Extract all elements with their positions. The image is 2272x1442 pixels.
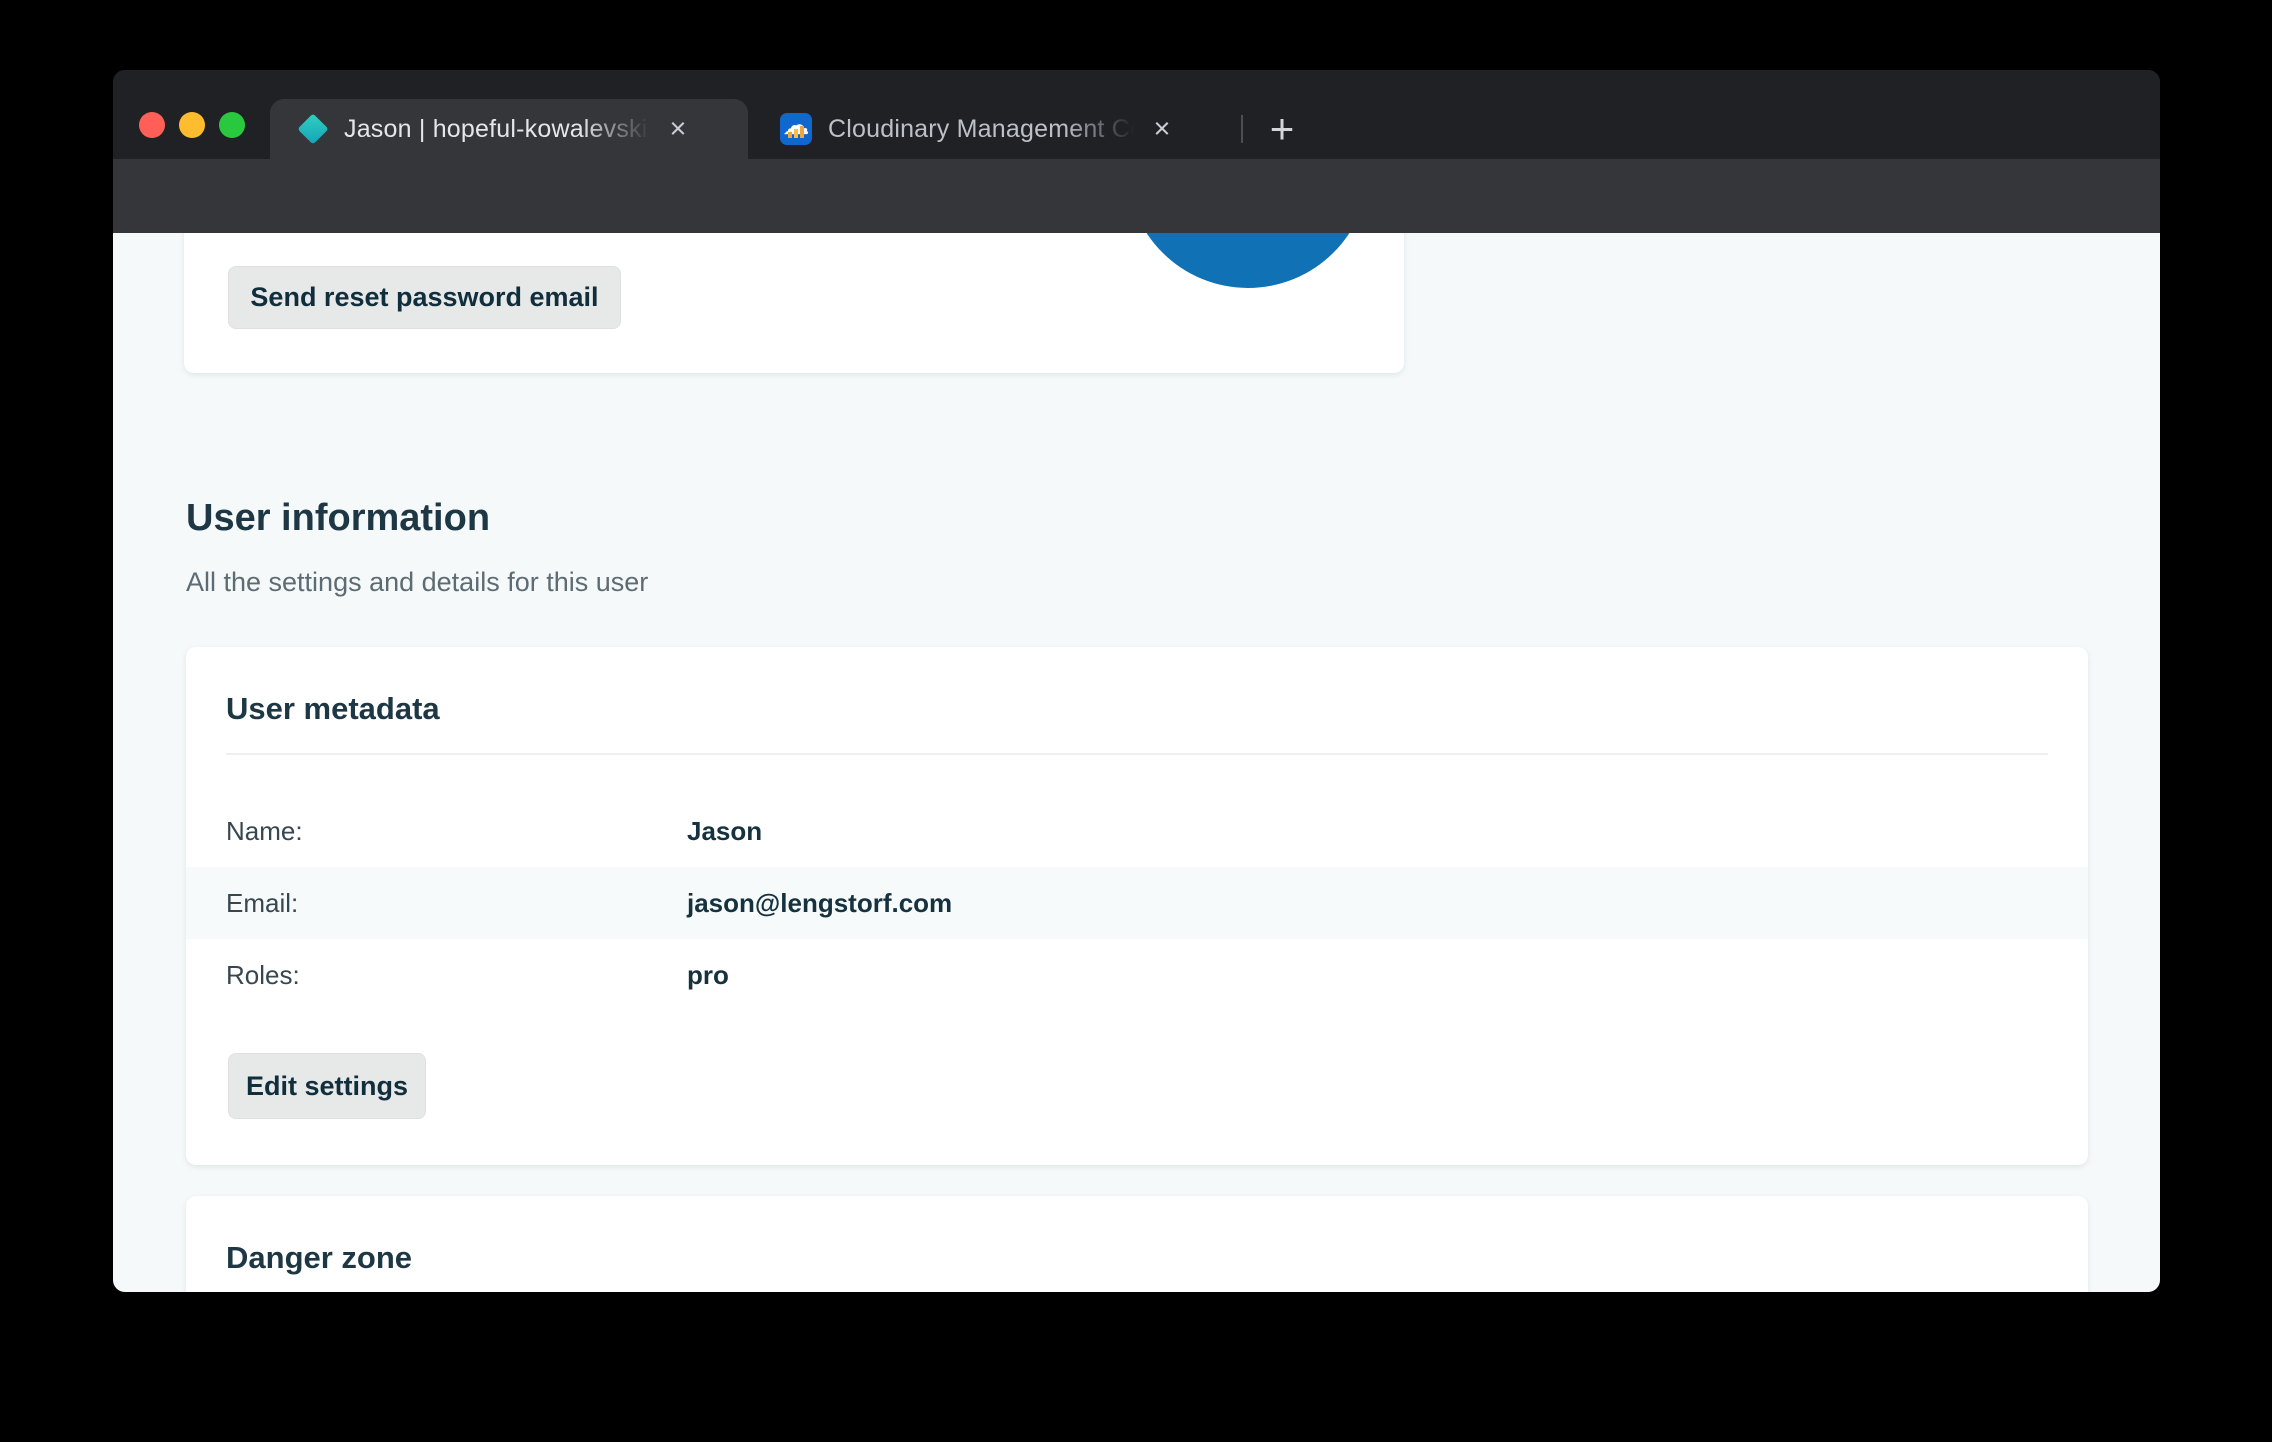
- netlify-favicon-icon: [298, 114, 328, 144]
- tab-close-icon[interactable]: ×: [1144, 111, 1180, 147]
- traffic-light-zoom[interactable]: [219, 112, 245, 138]
- tab-cloudinary[interactable]: ☁ Cloudinary Management Conso ×: [754, 99, 1232, 159]
- page-viewport: Send reset password email User informati…: [113, 233, 2160, 1292]
- send-reset-password-button[interactable]: Send reset password email: [228, 266, 621, 329]
- tab-title-fade: [580, 115, 650, 144]
- row-label: Name:: [226, 816, 687, 847]
- edit-settings-button[interactable]: Edit settings: [228, 1053, 426, 1119]
- row-value: jason@lengstorf.com: [687, 888, 952, 919]
- screenshot-canvas: Jason | hopeful-kowalevski-3d × ☁ Cloudi…: [0, 0, 2272, 1442]
- tab-netlify[interactable]: Jason | hopeful-kowalevski-3d ×: [270, 99, 748, 159]
- table-row-name: Name: Jason: [186, 795, 2088, 867]
- tab-separator: [1241, 115, 1243, 143]
- row-value: Jason: [687, 816, 762, 847]
- card-title: User metadata: [186, 647, 2088, 727]
- traffic-light-minimize[interactable]: [179, 112, 205, 138]
- browser-window: Jason | hopeful-kowalevski-3d × ☁ Cloudi…: [113, 70, 2160, 1292]
- page-subtitle: All the settings and details for this us…: [186, 567, 648, 598]
- divider: [226, 753, 2048, 755]
- card-title: Danger zone: [186, 1196, 2088, 1276]
- tab-strip: Jason | hopeful-kowalevski-3d × ☁ Cloudi…: [113, 70, 2160, 159]
- row-label: Email:: [226, 888, 687, 919]
- danger-zone-card: Danger zone: [186, 1196, 2088, 1292]
- browser-toolbar: ← → ↻ app.netlify.com/sites/hopeful-kowa…: [113, 159, 2160, 233]
- tab-title-fade: [1064, 115, 1134, 144]
- new-tab-button[interactable]: +: [1259, 106, 1305, 152]
- tab-close-icon[interactable]: ×: [660, 111, 696, 147]
- user-metadata-card: User metadata Name: Jason Email: jason@l…: [186, 647, 2088, 1165]
- bar-chart-icon: [788, 126, 804, 138]
- metadata-rows: Name: Jason Email: jason@lengstorf.com R…: [186, 795, 2088, 1011]
- row-value: pro: [687, 960, 729, 991]
- table-row-roles: Roles: pro: [186, 939, 2088, 1011]
- row-label: Roles:: [226, 960, 687, 991]
- table-row-email: Email: jason@lengstorf.com: [186, 867, 2088, 939]
- page-title: User information: [186, 497, 490, 540]
- traffic-light-close[interactable]: [139, 112, 165, 138]
- cloudinary-favicon-icon: ☁: [780, 113, 812, 145]
